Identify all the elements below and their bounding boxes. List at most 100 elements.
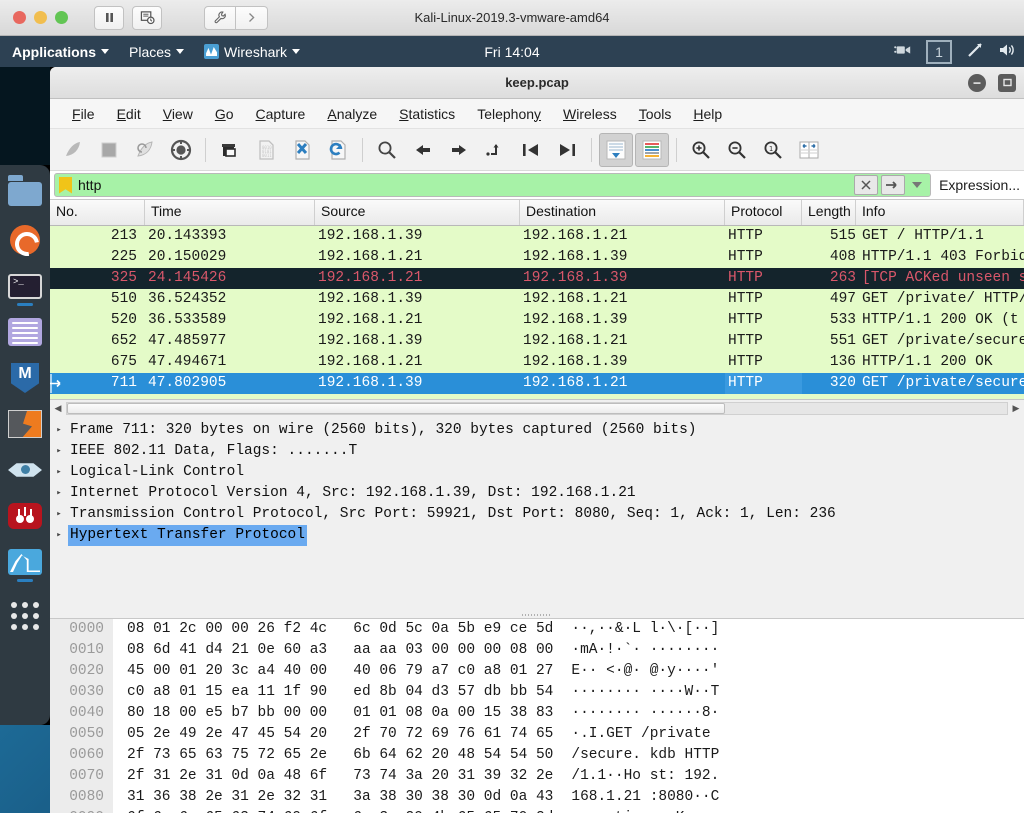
go-to-first-icon[interactable] xyxy=(514,133,548,167)
menu-tools[interactable]: Tools xyxy=(629,103,682,125)
dock-item-cherrytree[interactable] xyxy=(8,501,42,531)
menu-wireless[interactable]: Wireless xyxy=(553,103,627,125)
scroll-left-arrow[interactable]: ◀ xyxy=(50,401,66,416)
places-menu[interactable]: Places xyxy=(119,36,194,67)
menu-capture[interactable]: Capture xyxy=(246,103,316,125)
menu-analyze[interactable]: Analyze xyxy=(317,103,387,125)
expand-triangle-icon[interactable]: ▸ xyxy=(50,420,68,441)
go-back-icon[interactable] xyxy=(406,133,440,167)
menu-statistics[interactable]: Statistics xyxy=(389,103,465,125)
column-header-no[interactable]: No. xyxy=(50,200,145,225)
packet-detail-tree[interactable]: ▸ Frame 711: 320 bytes on wire (2560 bits… xyxy=(50,420,1024,546)
menu-go[interactable]: Go xyxy=(205,103,244,125)
packet-row[interactable]: 652 47.485977 192.168.1.39 192.168.1.21 HTTP… xyxy=(50,331,1024,352)
go-forward-icon[interactable] xyxy=(442,133,476,167)
filter-history-dropdown[interactable] xyxy=(908,175,926,195)
column-header-length[interactable]: Length xyxy=(802,200,856,225)
packet-row[interactable]: 213 20.143393 192.168.1.39 192.168.1.21 HTTP… xyxy=(50,226,1024,247)
expand-triangle-icon[interactable]: ▸ xyxy=(50,462,68,483)
menu-file[interactable]: File xyxy=(62,103,105,125)
hex-row[interactable]: 0020 45 00 01 20 3c a4 40 00 40 06 79 a7 … xyxy=(50,661,1024,682)
open-file-icon[interactable] xyxy=(213,133,247,167)
menu-telephony[interactable]: Telephony xyxy=(467,103,551,125)
hex-row[interactable]: 0030 c0 a8 01 15 ea 11 1f 90 ed 8b 04 d3 … xyxy=(50,682,1024,703)
dock-item-terminal[interactable]: >_ xyxy=(8,271,42,306)
packet-list[interactable]: No. Time Source Destination Protocol Len… xyxy=(50,199,1024,416)
minimize-button[interactable] xyxy=(968,73,986,92)
column-header-info[interactable]: Info xyxy=(856,200,1024,225)
column-header-protocol[interactable]: Protocol xyxy=(725,200,802,225)
go-to-last-icon[interactable] xyxy=(550,133,584,167)
scroll-right-arrow[interactable]: ▶ xyxy=(1008,401,1024,416)
dock-item-firefox[interactable] xyxy=(8,225,42,255)
detail-row[interactable]: ▸ Hypertext Transfer Protocol xyxy=(50,525,1024,546)
dock-item-beef[interactable] xyxy=(8,455,42,485)
save-file-icon[interactable]: 0010 0101 0011 xyxy=(249,133,283,167)
dock-item-metasploit[interactable]: M xyxy=(8,363,42,393)
dock-item-burpsuite[interactable] xyxy=(8,409,42,439)
stop-capture-icon[interactable] xyxy=(92,133,126,167)
packet-row[interactable]: 325 24.145426 192.168.1.21 192.168.1.39 HTTP… xyxy=(50,268,1024,289)
minimize-button[interactable] xyxy=(34,11,47,24)
packet-row[interactable]: 711 47.802905 192.168.1.39 192.168.1.21 HTTP… xyxy=(50,373,1024,394)
detail-row[interactable]: ▸ Frame 711: 320 bytes on wire (2560 bits… xyxy=(50,420,1024,441)
active-app-menu[interactable]: Wireshark xyxy=(194,36,310,67)
chevron-right-icon[interactable] xyxy=(236,5,268,30)
packet-row[interactable]: 675 47.494671 192.168.1.21 192.168.1.39 HTTP… xyxy=(50,352,1024,373)
hex-row[interactable]: 0080 31 36 38 2e 31 2e 32 31 3a 38 30 38 … xyxy=(50,787,1024,808)
packet-row[interactable]: 520 36.533589 192.168.1.21 192.168.1.39 HTTP… xyxy=(50,310,1024,331)
menu-view[interactable]: View xyxy=(153,103,203,125)
expand-triangle-icon[interactable]: ▸ xyxy=(50,504,68,525)
expression-button[interactable]: Expression... xyxy=(939,177,1020,193)
column-header-time[interactable]: Time xyxy=(145,200,315,225)
colorize-icon[interactable] xyxy=(635,132,669,167)
hex-row[interactable]: 0050 05 2e 49 2e 47 45 54 20 2f 70 72 69 … xyxy=(50,724,1024,745)
zoom-reset-icon[interactable]: 1 xyxy=(756,133,790,167)
expand-triangle-icon[interactable]: ▸ xyxy=(50,525,68,546)
resize-columns-icon[interactable] xyxy=(792,133,826,167)
screencast-icon[interactable] xyxy=(894,43,912,60)
network-icon[interactable] xyxy=(966,41,984,62)
packet-bytes-pane[interactable]: 0000 08 01 2c 00 00 26 f2 4c 6c 0d 5c 0a … xyxy=(50,618,1024,813)
scroll-track[interactable] xyxy=(66,401,1008,415)
pause-icon[interactable] xyxy=(94,5,124,30)
packet-list-body[interactable]: 213 20.143393 192.168.1.39 192.168.1.21 HTTP… xyxy=(50,226,1024,399)
column-header-destination[interactable]: Destination xyxy=(520,200,725,225)
volume-icon[interactable] xyxy=(998,42,1016,61)
hex-row[interactable]: 0010 08 6d 41 d4 21 0e 60 a3 aa aa 03 00 … xyxy=(50,640,1024,661)
settings-icon[interactable] xyxy=(204,5,236,30)
detail-row[interactable]: ▸ IEEE 802.11 Data, Flags: .......T xyxy=(50,441,1024,462)
apply-filter-button[interactable] xyxy=(881,175,906,195)
zoom-in-icon[interactable] xyxy=(684,133,718,167)
packet-list-hscrollbar[interactable]: ◀ ▶ xyxy=(50,399,1024,416)
detail-row[interactable]: ▸ Logical-Link Control xyxy=(50,462,1024,483)
find-packet-icon[interactable] xyxy=(370,133,404,167)
column-header-source[interactable]: Source xyxy=(315,200,520,225)
go-to-packet-icon[interactable] xyxy=(478,133,512,167)
dock-item-text-editor[interactable] xyxy=(8,317,42,347)
detail-row[interactable]: ▸ Internet Protocol Version 4, Src: 192.1… xyxy=(50,483,1024,504)
hex-row[interactable]: 0040 80 18 00 e5 b7 bb 00 00 01 01 08 0a … xyxy=(50,703,1024,724)
applications-menu[interactable]: Applications xyxy=(0,36,119,67)
dock-item-wireshark[interactable] xyxy=(8,547,42,582)
close-button[interactable] xyxy=(13,11,26,24)
close-file-icon[interactable] xyxy=(285,133,319,167)
capture-options-icon[interactable] xyxy=(164,133,198,167)
display-filter-input[interactable]: http xyxy=(54,173,932,197)
maximize-button[interactable] xyxy=(998,73,1016,92)
zoom-out-icon[interactable] xyxy=(720,133,754,167)
dock-item-show-applications[interactable] xyxy=(8,601,42,631)
expand-triangle-icon[interactable]: ▸ xyxy=(50,441,68,462)
hex-row[interactable]: 0070 2f 31 2e 31 0d 0a 48 6f 73 74 3a 20 … xyxy=(50,766,1024,787)
packet-row[interactable]: 510 36.524352 192.168.1.39 192.168.1.21 HTTP… xyxy=(50,289,1024,310)
scroll-thumb[interactable] xyxy=(67,402,725,414)
dock-item-files[interactable] xyxy=(8,179,42,209)
maximize-button[interactable] xyxy=(55,11,68,24)
hex-row[interactable]: 0060 2f 73 65 63 75 72 65 2e 6b 64 62 20 … xyxy=(50,745,1024,766)
workspace-indicator[interactable]: 1 xyxy=(926,39,952,64)
reload-file-icon[interactable] xyxy=(321,133,355,167)
filter-bookmark-icon[interactable] xyxy=(59,176,72,194)
hex-row[interactable]: 00906f 6e 6e 65 63 74 69 6f 6e 3a 20 4b … xyxy=(50,808,1024,813)
menu-edit[interactable]: Edit xyxy=(107,103,151,125)
detail-row[interactable]: ▸ Transmission Control Protocol, Src Port… xyxy=(50,504,1024,525)
